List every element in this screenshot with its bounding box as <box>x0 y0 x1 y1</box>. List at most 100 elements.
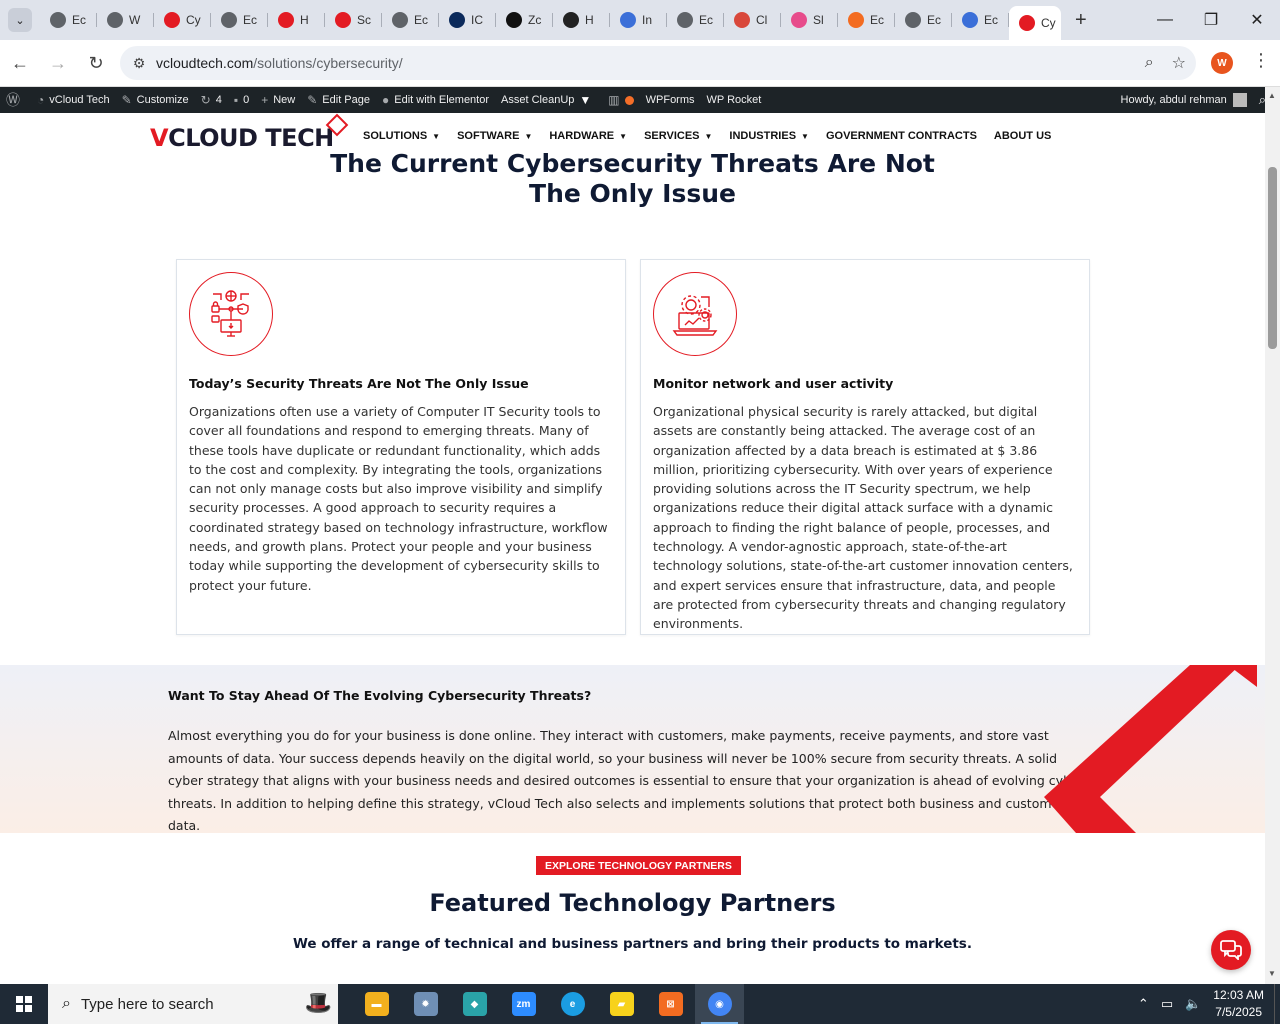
browser-tab[interactable]: Cy <box>154 0 211 40</box>
admin-customize-link[interactable]: ✎ Customize <box>116 87 195 113</box>
admin-account-link[interactable]: Howdy, abdul rehman <box>1115 87 1253 113</box>
bookmark-star-icon[interactable]: ☆ <box>1172 53 1186 73</box>
close-window-button[interactable]: ✕ <box>1234 0 1280 40</box>
admin-bar-right: Howdy, abdul rehman ⌕ <box>1115 87 1280 113</box>
nav-item-industries[interactable]: INDUSTRIES ▼ <box>729 130 809 142</box>
restore-button[interactable]: ❐ <box>1188 0 1234 40</box>
nav-item-label: INDUSTRIES <box>729 130 797 142</box>
taskbar-search[interactable]: ⌕ Type here to search 🎩 <box>48 984 338 1024</box>
tab-favicon-icon <box>848 12 864 28</box>
new-tab-button[interactable]: + <box>1075 9 1087 32</box>
taskbar-app-zoom[interactable]: zm <box>499 984 548 1024</box>
nav-item-software[interactable]: SOFTWARE ▼ <box>457 130 532 142</box>
card-title: Monitor network and user activity <box>653 376 894 391</box>
show-desktop-button[interactable] <box>1274 984 1280 1024</box>
card-security-threats: Today’s Security Threats Are Not The Onl… <box>176 259 626 635</box>
nav-item-government-contracts[interactable]: GOVERNMENT CONTRACTS <box>826 130 977 142</box>
reload-button[interactable]: ↻ <box>78 45 114 81</box>
browser-tab[interactable]: Ec <box>895 0 952 40</box>
browser-tab[interactable]: H <box>553 0 610 40</box>
nav-item-solutions[interactable]: SOLUTIONS ▼ <box>363 130 440 142</box>
site-info-icon[interactable]: ⚙ <box>128 55 150 72</box>
tray-chevron-up-icon[interactable]: ⌃ <box>1138 996 1149 1012</box>
clock[interactable]: 12:03 AM 7/5/2025 <box>1213 987 1264 1021</box>
chat-widget-button[interactable] <box>1211 930 1251 970</box>
page-scrollbar[interactable]: ▲ ▼ <box>1265 87 1280 984</box>
admin-wpforms-icon[interactable]: ▥ <box>602 87 639 113</box>
admin-comments-link[interactable]: ▪ 0 <box>228 87 255 113</box>
nav-item-services[interactable]: SERVICES ▼ <box>644 130 712 142</box>
tab-favicon-icon <box>506 12 522 28</box>
tab-favicon-icon <box>449 12 465 28</box>
browser-tab[interactable]: IC <box>439 0 496 40</box>
admin-site-link[interactable]: ◔ vCloud Tech <box>31 87 116 113</box>
admin-elementor-label: Edit with Elementor <box>394 94 490 106</box>
admin-wprocket-link[interactable]: WP Rocket <box>701 87 768 113</box>
tab-favicon-icon <box>962 12 978 28</box>
tab-favicon-icon <box>677 12 693 28</box>
taskbar-app-edge[interactable]: e <box>548 984 597 1024</box>
explore-partners-tag: EXPLORE TECHNOLOGY PARTNERS <box>536 856 741 875</box>
admin-elementor-link[interactable]: ● Edit with Elementor <box>376 87 495 113</box>
notification-dot <box>624 95 634 105</box>
tab-label: IC <box>471 13 483 27</box>
browser-tab[interactable]: W <box>97 0 154 40</box>
zoom-icon[interactable]: ⌕ <box>1145 54 1154 72</box>
taskbar-app-xampp[interactable]: ⊠ <box>646 984 695 1024</box>
tab-search-button[interactable]: ⌄ <box>8 8 32 32</box>
admin-updates-link[interactable]: ↻ 4 <box>195 87 228 113</box>
admin-asset-cleanup-link[interactable]: Asset CleanUp ▼ <box>495 87 602 113</box>
gears-laptop-icon <box>653 272 737 356</box>
volume-icon[interactable]: 🔈 <box>1185 996 1201 1012</box>
browser-tab[interactable]: Cl <box>724 0 781 40</box>
admin-new-link[interactable]: + New <box>255 87 301 113</box>
nav-item-about-us[interactable]: ABOUT US <box>994 130 1051 142</box>
taskbar-app-file-explorer[interactable]: ▬ <box>352 984 401 1024</box>
browser-tab[interactable]: Ec <box>40 0 97 40</box>
browser-tab[interactable]: Ec <box>211 0 268 40</box>
window-controls: — ❐ ✕ <box>1142 0 1280 40</box>
browser-tab[interactable]: In <box>610 0 667 40</box>
profile-avatar[interactable]: W <box>1211 52 1233 74</box>
active-browser-tab[interactable]: Cy✕ <box>1009 6 1061 40</box>
wp-logo-icon[interactable]: Ⓦ <box>0 87 31 113</box>
section-title-line-1: The Current Cybersecurity Threats Are No… <box>330 149 935 178</box>
taskbar-app-app-2[interactable]: ✹ <box>401 984 450 1024</box>
scroll-down-arrow-icon[interactable]: ▼ <box>1268 969 1276 978</box>
file-explorer-icon: ▬ <box>364 992 389 1016</box>
browser-tab[interactable]: Ec <box>667 0 724 40</box>
browser-tab[interactable]: Ec <box>382 0 439 40</box>
tab-favicon-icon <box>791 12 807 28</box>
nav-item-hardware[interactable]: HARDWARE ▼ <box>549 130 627 142</box>
menu-kebab-icon[interactable]: ⋮ <box>1252 50 1270 71</box>
network-icon[interactable]: ▭ <box>1161 996 1173 1012</box>
browser-tab[interactable]: Sl <box>781 0 838 40</box>
url-text: vcloudtech.com/solutions/cybersecurity/ <box>156 55 403 71</box>
forward-button[interactable]: → <box>40 45 76 81</box>
section-title: The Current Cybersecurity Threats Are No… <box>0 149 1265 209</box>
browser-tab[interactable]: Ec <box>952 0 1009 40</box>
search-icon: ⌕ <box>62 995 71 1012</box>
start-button[interactable] <box>0 984 48 1024</box>
address-bar[interactable]: ⚙ vcloudtech.com/solutions/cybersecurity… <box>120 46 1196 80</box>
admin-edit-page-link[interactable]: ✎ Edit Page <box>301 87 376 113</box>
taskbar-app-sticky-notes[interactable]: ▰ <box>597 984 646 1024</box>
browser-tab[interactable]: Ec <box>838 0 895 40</box>
back-button[interactable]: ← <box>2 45 38 81</box>
tab-favicon-icon <box>1019 15 1035 31</box>
system-tray: ⌃ ▭ 🔈 12:03 AM 7/5/2025 <box>1138 984 1280 1024</box>
admin-wpforms-link[interactable]: WPForms <box>640 87 701 113</box>
taskbar-app-app-3[interactable]: ◆ <box>450 984 499 1024</box>
taskbar-app-chrome[interactable]: ◉ <box>695 984 744 1024</box>
browser-tab[interactable]: H <box>268 0 325 40</box>
browser-tab[interactable]: Zc <box>496 0 553 40</box>
cta-band: Want To Stay Ahead Of The Evolving Cyber… <box>0 665 1265 833</box>
minimize-button[interactable]: — <box>1142 0 1188 40</box>
tab-favicon-icon <box>221 12 237 28</box>
admin-asset-cleanup-label: Asset CleanUp <box>501 94 575 106</box>
nav-item-label: SOFTWARE <box>457 130 520 142</box>
scroll-up-arrow-icon[interactable]: ▲ <box>1268 91 1276 100</box>
scroll-thumb[interactable] <box>1268 167 1277 349</box>
nav-item-label: ABOUT US <box>993 130 1052 142</box>
browser-tab[interactable]: Sc <box>325 0 382 40</box>
